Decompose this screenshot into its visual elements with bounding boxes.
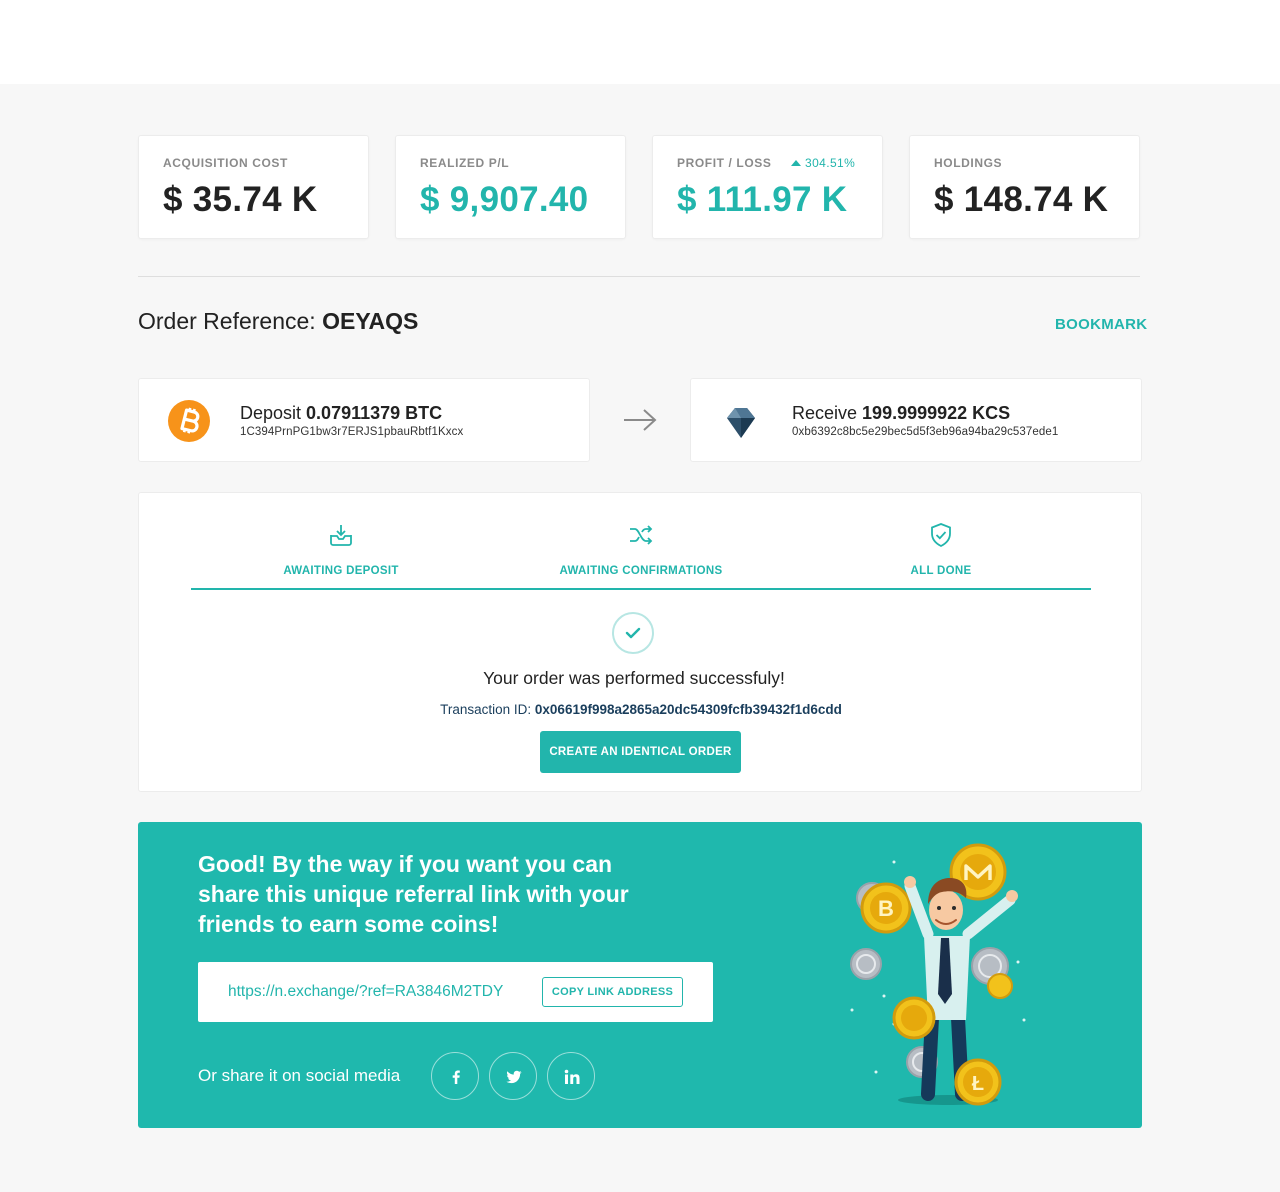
- stat-profit-loss: PROFIT / LOSS 304.51% $ 111.97 K: [652, 135, 883, 239]
- stat-realized-pl: REALIZED P/L $ 9,907.40: [395, 135, 626, 239]
- happy-man-coins-illustration: B Ł: [850, 843, 1026, 1106]
- transaction-id-label: Transaction ID:: [440, 702, 532, 717]
- step-awaiting-deposit: AWAITING DEPOSIT: [231, 521, 451, 577]
- copy-link-button[interactable]: COPY LINK ADDRESS: [542, 977, 683, 1007]
- stat-value: $ 9,907.40: [420, 180, 589, 219]
- receive-title: Receive 199.9999922 KCS: [792, 403, 1010, 424]
- stat-holdings: HOLDINGS $ 148.74 K: [909, 135, 1140, 239]
- deposit-card: Deposit 0.07911379 BTC 1C394PrnPG1bw3r7E…: [138, 378, 590, 462]
- transaction-id: Transaction ID: 0x06619f998a2865a20dc543…: [139, 702, 1143, 717]
- deposit-title: Deposit 0.07911379 BTC: [240, 403, 442, 424]
- stat-label: PROFIT / LOSS: [677, 156, 772, 170]
- stat-label: ACQUISITION COST: [163, 156, 288, 170]
- create-identical-order-button[interactable]: CREATE AN IDENTICAL ORDER: [540, 731, 741, 773]
- stat-change-badge: 304.51%: [791, 156, 855, 170]
- stat-label: REALIZED P/L: [420, 156, 510, 170]
- twitter-share-button[interactable]: [489, 1052, 537, 1100]
- stat-acquisition-cost: ACQUISITION COST $ 35.74 K: [138, 135, 369, 239]
- order-status-card: AWAITING DEPOSIT AWAITING CONFIRMATIONS …: [138, 492, 1142, 792]
- stat-value: $ 148.74 K: [934, 180, 1109, 219]
- arrow-up-icon: [791, 160, 801, 166]
- facebook-share-button[interactable]: [431, 1052, 479, 1100]
- top-bar: [0, 0, 1280, 84]
- twitter-icon: [506, 1070, 522, 1084]
- order-reference-code: OEYAQS: [322, 308, 419, 334]
- divider: [138, 276, 1140, 277]
- deposit-amount: 0.07911379 BTC: [306, 403, 443, 423]
- receive-address: 0xb6392c8bc5e29bec5d5f3eb96a94ba29c537ed…: [792, 426, 1059, 438]
- stat-label: HOLDINGS: [934, 156, 1003, 170]
- receive-verb: Receive: [792, 403, 858, 423]
- referral-link[interactable]: https://n.exchange/?ref=RA3846M2TDY: [228, 983, 503, 1001]
- deposit-address: 1C394PrnPG1bw3r7ERJS1pbauRbtf1Kxcx: [240, 426, 464, 438]
- step-label: AWAITING CONFIRMATIONS: [559, 565, 723, 577]
- arrow-right-icon: [624, 409, 657, 431]
- deposit-verb: Deposit: [240, 403, 302, 423]
- referral-link-box: https://n.exchange/?ref=RA3846M2TDY COPY…: [198, 962, 713, 1022]
- transaction-id-value[interactable]: 0x06619f998a2865a20dc54309fcfb39432f1d6c…: [535, 702, 842, 717]
- shuffle-icon: [630, 525, 653, 545]
- svg-text:B: B: [878, 896, 894, 921]
- progress-bar: [191, 588, 1091, 590]
- referral-headline: Good! By the way if you want you can sha…: [198, 851, 629, 937]
- step-label: ALL DONE: [910, 565, 972, 577]
- receive-amount: 199.9999922 KCS: [862, 403, 1011, 423]
- step-all-done: ALL DONE: [831, 521, 1051, 577]
- facebook-icon: [452, 1070, 460, 1084]
- order-reference: Order Reference: OEYAQS: [138, 308, 418, 335]
- step-awaiting-confirmations: AWAITING CONFIRMATIONS: [531, 521, 751, 577]
- linkedin-share-button[interactable]: [547, 1052, 595, 1100]
- success-check-icon: [612, 612, 654, 654]
- success-message: Your order was performed successfuly!: [483, 668, 785, 688]
- order-reference-label: Order Reference:: [138, 308, 316, 334]
- referral-banner: Good! By the way if you want you can sha…: [138, 822, 1142, 1128]
- stat-value: $ 35.74 K: [163, 180, 318, 219]
- linkedin-icon: [564, 1069, 580, 1084]
- stat-change-value: 304.51%: [805, 156, 856, 170]
- inbox-download-icon: [330, 525, 352, 546]
- svg-text:Ł: Ł: [972, 1073, 984, 1095]
- step-label: AWAITING DEPOSIT: [283, 565, 399, 577]
- receive-card: Receive 199.9999922 KCS 0xb6392c8bc5e29b…: [690, 378, 1142, 462]
- share-label: Or share it on social media: [198, 1066, 401, 1085]
- bitcoin-icon: [168, 400, 210, 442]
- kucoin-diamond-icon: [727, 408, 755, 438]
- shield-check-icon: [931, 523, 951, 548]
- stat-value: $ 111.97 K: [677, 180, 848, 219]
- bookmark-link[interactable]: BOOKMARK: [1055, 316, 1147, 333]
